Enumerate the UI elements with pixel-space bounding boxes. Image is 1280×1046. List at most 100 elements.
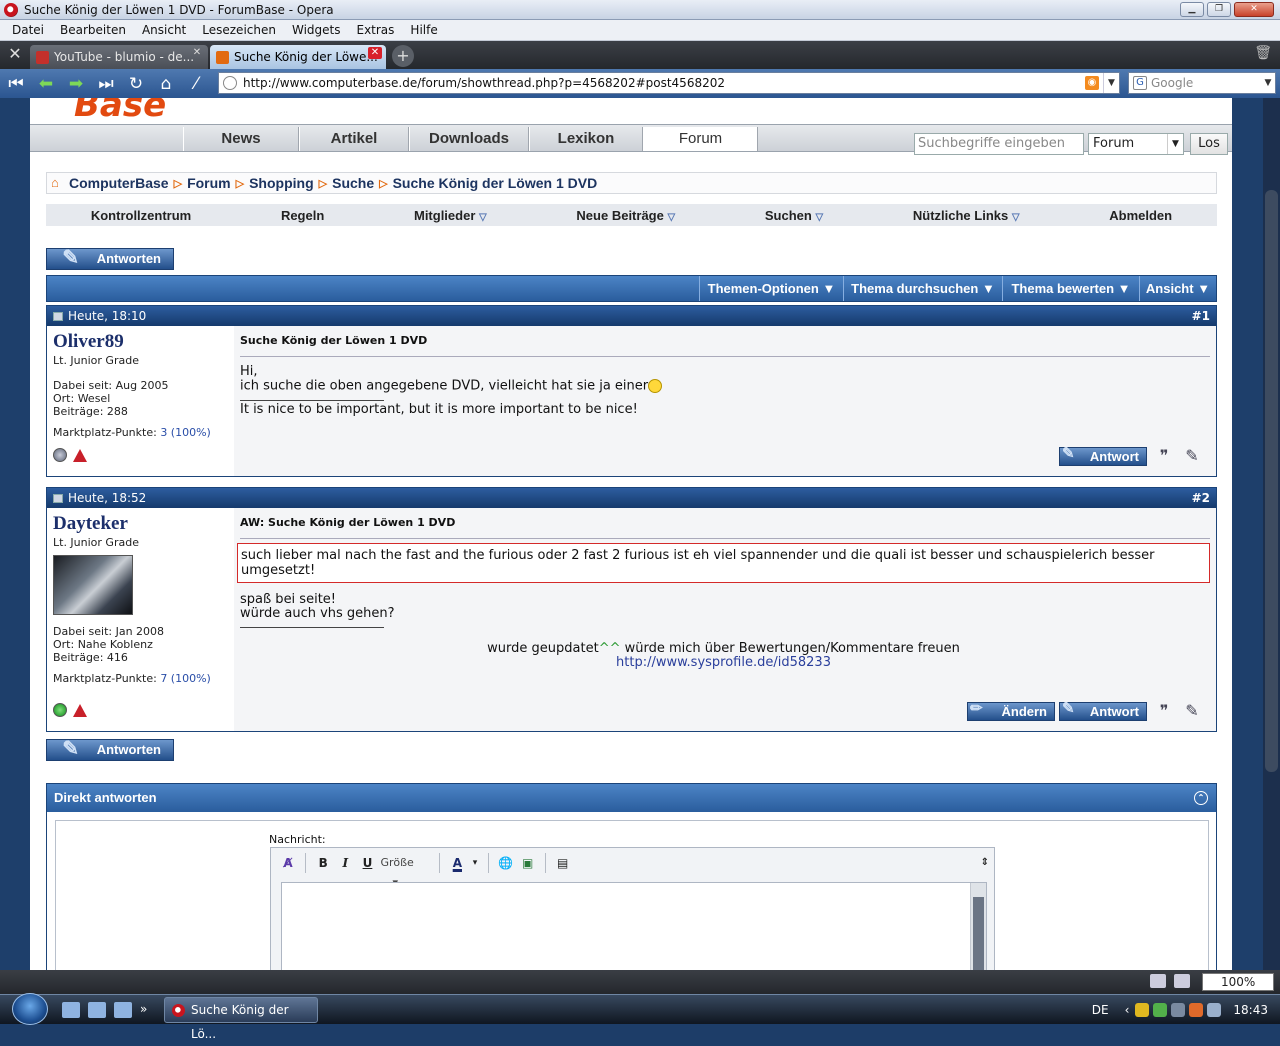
edit-post-button[interactable]: ✏ Ändern [967, 700, 1055, 721]
insert-image-icon[interactable]: ▣ [519, 853, 537, 873]
chevron-down-icon[interactable]: ▾ [470, 853, 479, 873]
menu-widgets[interactable]: Widgets [284, 23, 349, 37]
quote-icon[interactable]: ❞ [1151, 700, 1177, 722]
market-points-link[interactable]: 7 (100%) [160, 672, 211, 685]
username-link[interactable]: Oliver89 [53, 332, 228, 352]
message-textarea[interactable] [281, 882, 987, 970]
chevron-down-icon[interactable]: ▼ [1167, 134, 1183, 154]
user-avatar[interactable] [53, 555, 133, 615]
multi-quote-icon[interactable]: ✎ [1179, 700, 1205, 722]
tools-icon[interactable]: ✕ [0, 41, 30, 69]
tray-security-icon[interactable] [1189, 1003, 1204, 1017]
page-scrollbar-thumb[interactable] [1265, 190, 1278, 772]
thread-options-button[interactable]: Themen-Optionen ▼ [699, 276, 843, 301]
username-link[interactable]: Dayteker [53, 514, 228, 534]
multi-quote-icon[interactable]: ✎ [1179, 445, 1205, 467]
userbar-suchen[interactable]: Suchen ▽ [765, 208, 823, 223]
reply-button-top[interactable]: ✎ Antworten [46, 247, 174, 270]
resize-editor-icon[interactable]: ⇕ [976, 853, 994, 873]
userbar-nuetzliche-links[interactable]: Nützliche Links ▽ [913, 208, 1020, 223]
tray-volume-icon[interactable] [1207, 1003, 1222, 1017]
images-toggle-icon[interactable] [1174, 974, 1190, 988]
search-engine-dropdown-icon[interactable]: ▼ [1261, 78, 1275, 88]
userbar-abmelden[interactable]: Abmelden [1109, 208, 1172, 223]
reload-icon[interactable]: ↻ [124, 73, 148, 95]
market-points-link[interactable]: 3 (100%) [160, 426, 211, 439]
font-size-select[interactable]: Größe ▾ [381, 853, 432, 889]
insert-link-icon[interactable]: 🌐 [496, 853, 514, 873]
close-window-button[interactable]: ✕ [1234, 2, 1274, 17]
page-info-icon[interactable] [223, 76, 237, 90]
rewind-icon[interactable]: ⏮ [4, 73, 28, 95]
turbo-icon[interactable] [1150, 974, 1166, 988]
nav-lexikon[interactable]: Lexikon [529, 127, 643, 151]
close-tab-icon[interactable]: ✕ [368, 47, 382, 59]
userbar-kontrollzentrum[interactable]: Kontrollzentrum [91, 208, 191, 223]
close-tab-icon[interactable]: ✕ [190, 47, 204, 59]
breadcrumb-current[interactable]: Suche König der Löwen 1 DVD [393, 175, 598, 191]
menu-hilfe[interactable]: Hilfe [402, 23, 445, 37]
reply-to-post-button[interactable]: ✎ Antwort [1059, 700, 1147, 721]
taskbar-item-opera[interactable]: Suche König der Lö... [164, 997, 318, 1041]
tray-messenger-icon[interactable] [1153, 1003, 1168, 1017]
thread-rate-button[interactable]: Thema bewerten ▼ [1002, 276, 1139, 301]
quote-icon[interactable]: ❞ [1151, 445, 1177, 467]
font-color-icon[interactable]: A [448, 853, 466, 873]
maximize-button[interactable]: ❐ [1207, 2, 1231, 17]
minimize-button[interactable]: ▁ [1180, 2, 1204, 17]
nav-news[interactable]: News [183, 127, 299, 151]
bold-icon[interactable]: B [314, 853, 332, 873]
google-icon[interactable]: G [1133, 76, 1147, 90]
nav-downloads[interactable]: Downloads [409, 127, 529, 151]
show-desktop-icon[interactable] [62, 1002, 80, 1018]
rss-icon[interactable]: ◉ [1085, 76, 1099, 90]
italic-icon[interactable]: I [336, 853, 354, 873]
underline-icon[interactable]: U [358, 853, 376, 873]
language-indicator[interactable]: DE [1092, 1003, 1109, 1017]
collapse-icon[interactable]: ⌃ [1194, 791, 1208, 805]
report-post-icon[interactable] [73, 448, 87, 462]
thread-view-button[interactable]: Ansicht ▼ [1139, 276, 1216, 301]
report-post-icon[interactable] [73, 703, 87, 717]
site-logo[interactable]: Base [74, 98, 194, 122]
tab-youtube[interactable]: YouTube - blumio - de... ✕ [30, 45, 208, 69]
reply-button-bottom[interactable]: ✎ Antworten [46, 738, 174, 761]
web-search-input[interactable]: G Google ▼ [1128, 72, 1276, 94]
signature-link[interactable]: http://www.sysprofile.de/id58233 [237, 656, 1210, 670]
site-search-scope-select[interactable]: Forum ▼ [1088, 133, 1184, 155]
trash-icon[interactable]: 🗑 [1254, 45, 1272, 61]
tray-expand-icon[interactable]: ‹ [1125, 1003, 1130, 1017]
menu-lesezeichen[interactable]: Lesezeichen [194, 23, 284, 37]
breadcrumb-item[interactable]: Shopping [249, 175, 314, 191]
fast-forward-icon[interactable]: ⏭ [94, 73, 118, 95]
reply-to-post-button[interactable]: ✎ Antwort [1059, 445, 1147, 466]
menu-extras[interactable]: Extras [348, 23, 402, 37]
thread-search-button[interactable]: Thema durchsuchen ▼ [843, 276, 1002, 301]
userbar-regeln[interactable]: Regeln [281, 208, 324, 223]
nav-artikel[interactable]: Artikel [299, 127, 409, 151]
tray-app-icon[interactable] [1135, 1003, 1150, 1017]
address-text[interactable]: http://www.computerbase.de/forum/showthr… [243, 76, 1085, 90]
menu-bearbeiten[interactable]: Bearbeiten [52, 23, 134, 37]
clock[interactable]: 18:43 [1233, 1003, 1268, 1017]
insert-quote-icon[interactable]: ▤ [554, 853, 572, 873]
tab-computerbase[interactable]: Suche König der Löwe... ✕ [210, 45, 386, 69]
internet-explorer-icon[interactable] [114, 1002, 132, 1018]
forward-icon[interactable]: ➡ [64, 73, 88, 95]
menu-ansicht[interactable]: Ansicht [134, 23, 194, 37]
site-search-button[interactable]: Los [1190, 133, 1228, 155]
post-number-link[interactable]: #1 [1192, 309, 1210, 323]
address-history-dropdown-icon[interactable]: ▼ [1103, 73, 1119, 93]
home-icon[interactable]: ⌂ [51, 176, 65, 190]
editor-scrollbar[interactable] [970, 883, 986, 970]
home-icon[interactable]: ⌂ [154, 73, 178, 95]
site-search-input[interactable]: Suchbegriffe eingeben [914, 133, 1084, 155]
back-icon[interactable]: ⬅ [34, 73, 58, 95]
breadcrumb-item[interactable]: Forum [187, 175, 231, 191]
tray-network-icon[interactable] [1171, 1003, 1186, 1017]
breadcrumb-item[interactable]: ComputerBase [69, 175, 169, 191]
start-button[interactable] [12, 993, 48, 1025]
wand-icon[interactable]: ⁄ [184, 73, 208, 95]
breadcrumb-item[interactable]: Suche [332, 175, 374, 191]
userbar-mitglieder[interactable]: Mitglieder ▽ [414, 208, 487, 223]
